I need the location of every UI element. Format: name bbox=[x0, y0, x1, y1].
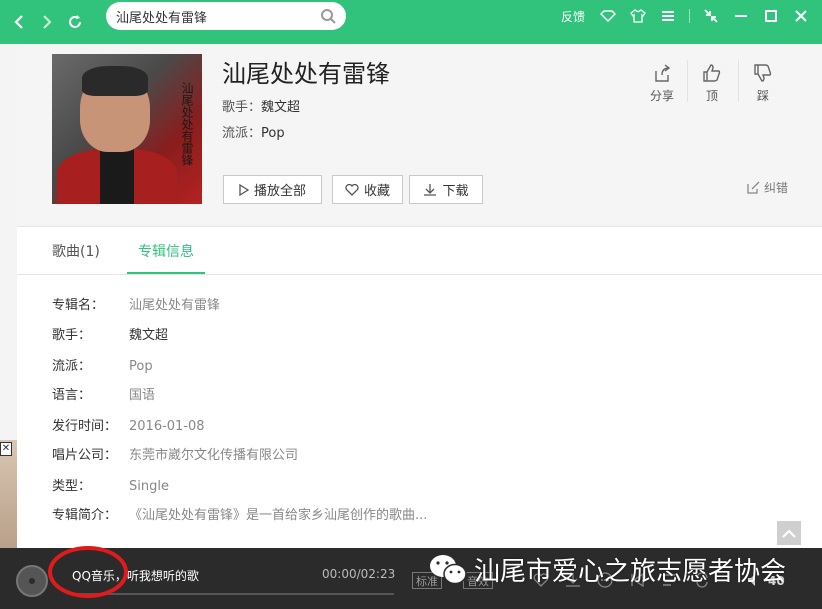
chevron-up-icon bbox=[782, 529, 796, 538]
minimize-icon[interactable] bbox=[732, 7, 750, 25]
like-action[interactable]: 顶 bbox=[689, 62, 735, 104]
refresh-button[interactable] bbox=[62, 9, 88, 35]
thumbs-up-icon bbox=[703, 64, 721, 82]
divider bbox=[687, 60, 688, 102]
download-button[interactable]: 下载 bbox=[409, 175, 483, 204]
watermark: 汕尾市爱心之旅志愿者协会 bbox=[428, 551, 786, 588]
info-row-intro: 专辑简介： 《汕尾处处有雷锋》是一首给家乡汕尾创作的歌曲... bbox=[52, 504, 427, 523]
info-row-type: 类型： Single bbox=[52, 475, 169, 494]
dislike-label: 踩 bbox=[756, 89, 769, 103]
info-value: 汕尾处处有雷锋 bbox=[129, 298, 221, 313]
info-value: 《汕尾处处有雷锋》是一首给家乡汕尾创作的歌曲... bbox=[129, 508, 428, 523]
tab-album-info[interactable]: 专辑信息 bbox=[138, 241, 194, 261]
genre-meta: 流派：Pop bbox=[222, 122, 285, 141]
mini-mode-icon[interactable] bbox=[702, 7, 720, 25]
maximize-icon[interactable] bbox=[762, 7, 780, 25]
info-row-language: 语言： 国语 bbox=[52, 384, 155, 403]
feedback-link[interactable]: 反馈 bbox=[561, 8, 585, 25]
share-icon bbox=[655, 64, 671, 82]
search-box[interactable] bbox=[106, 2, 346, 30]
genre-value: Pop bbox=[261, 126, 285, 141]
info-value: 国语 bbox=[129, 388, 156, 403]
share-label: 分享 bbox=[649, 89, 674, 103]
highlight-annotation bbox=[48, 546, 128, 598]
info-row-release: 发行时间： 2016-01-08 bbox=[52, 415, 205, 434]
close-icon[interactable] bbox=[792, 7, 810, 25]
forward-button[interactable] bbox=[34, 9, 60, 35]
download-icon bbox=[424, 183, 437, 196]
edit-icon bbox=[747, 181, 760, 194]
heart-icon bbox=[345, 183, 359, 196]
info-label: 专辑简介： bbox=[52, 508, 118, 523]
info-label: 唱片公司： bbox=[52, 448, 118, 463]
share-action[interactable]: 分享 bbox=[639, 62, 685, 104]
refresh-icon bbox=[69, 15, 81, 28]
chevron-left-icon bbox=[14, 15, 23, 29]
info-value: 2016-01-08 bbox=[129, 419, 205, 434]
divider bbox=[738, 60, 739, 102]
progress-bar[interactable] bbox=[72, 593, 394, 595]
genre-label: 流派： bbox=[222, 126, 262, 141]
search-icon[interactable] bbox=[320, 8, 336, 24]
watermark-text: 汕尾市爱心之旅志愿者协会 bbox=[474, 557, 787, 587]
like-label: 顶 bbox=[705, 89, 718, 103]
search-input[interactable] bbox=[116, 8, 316, 24]
singer-link[interactable]: 魏文超 bbox=[261, 100, 300, 115]
divider bbox=[689, 9, 690, 23]
favorite-button[interactable]: 收藏 bbox=[332, 175, 403, 204]
cover-text: 汕尾处处有雷锋 bbox=[180, 82, 194, 166]
diamond-icon[interactable] bbox=[599, 7, 617, 25]
scroll-to-top-button[interactable] bbox=[777, 521, 801, 545]
info-label: 流派： bbox=[52, 359, 92, 374]
report-label: 纠错 bbox=[764, 181, 789, 195]
info-label: 语言： bbox=[52, 388, 92, 403]
info-row-genre: 流派： Pop bbox=[52, 355, 153, 374]
singer-meta: 歌手：魏文超 bbox=[222, 96, 300, 115]
album-cover: 汕尾处处有雷锋 bbox=[52, 54, 202, 204]
info-row-album-name: 专辑名： 汕尾处处有雷锋 bbox=[52, 294, 220, 313]
play-all-button[interactable]: 播放全部 bbox=[223, 175, 322, 204]
chevron-right-icon bbox=[43, 15, 52, 29]
window-controls: 反馈 bbox=[561, 0, 822, 32]
album-disc-icon[interactable] bbox=[16, 565, 48, 597]
info-value: Single bbox=[129, 479, 169, 494]
menu-icon[interactable] bbox=[659, 7, 677, 25]
singer-label: 歌手： bbox=[222, 100, 262, 115]
side-thumbnail[interactable] bbox=[0, 440, 17, 548]
top-bar: 反馈 bbox=[0, 0, 822, 44]
info-value: 东莞市崴尔文化传播有限公司 bbox=[129, 448, 299, 463]
info-label: 类型： bbox=[52, 479, 92, 494]
info-row-company: 唱片公司： 东莞市崴尔文化传播有限公司 bbox=[52, 444, 298, 463]
info-label: 发行时间： bbox=[52, 419, 118, 434]
info-label: 歌手： bbox=[52, 328, 92, 343]
thumbs-down-icon bbox=[754, 64, 772, 82]
tab-songs[interactable]: 歌曲(1) bbox=[52, 241, 100, 261]
tab-bar: 歌曲(1) 专辑信息 bbox=[17, 227, 822, 275]
play-all-label: 播放全部 bbox=[253, 184, 306, 199]
album-title: 汕尾处处有雷锋 bbox=[222, 60, 390, 88]
album-info-panel: 专辑名： 汕尾处处有雷锋 歌手： 魏文超 流派： Pop 语言： 国语 发行时间： 201… bbox=[17, 275, 822, 548]
report-link[interactable]: 纠错 bbox=[747, 179, 788, 196]
play-icon bbox=[239, 183, 249, 196]
back-button[interactable] bbox=[6, 9, 32, 35]
info-singer-link[interactable]: 魏文超 bbox=[129, 328, 168, 343]
info-row-singer: 歌手： 魏文超 bbox=[52, 324, 168, 343]
skin-icon[interactable] bbox=[629, 7, 647, 25]
wechat-icon bbox=[428, 553, 468, 587]
info-label: 专辑名： bbox=[52, 298, 105, 313]
download-label: 下载 bbox=[442, 184, 469, 199]
album-header: 汕尾处处有雷锋 汕尾处处有雷锋 歌手：魏文超 流派：Pop 播放全部 收藏 下载… bbox=[17, 44, 822, 227]
play-time: 00:00/02:23 bbox=[322, 567, 396, 581]
close-icon[interactable]: ✕ bbox=[0, 442, 12, 456]
favorite-label: 收藏 bbox=[363, 184, 390, 199]
dislike-action[interactable]: 踩 bbox=[740, 62, 786, 104]
active-tab-indicator bbox=[127, 272, 205, 274]
info-value: Pop bbox=[129, 359, 153, 374]
